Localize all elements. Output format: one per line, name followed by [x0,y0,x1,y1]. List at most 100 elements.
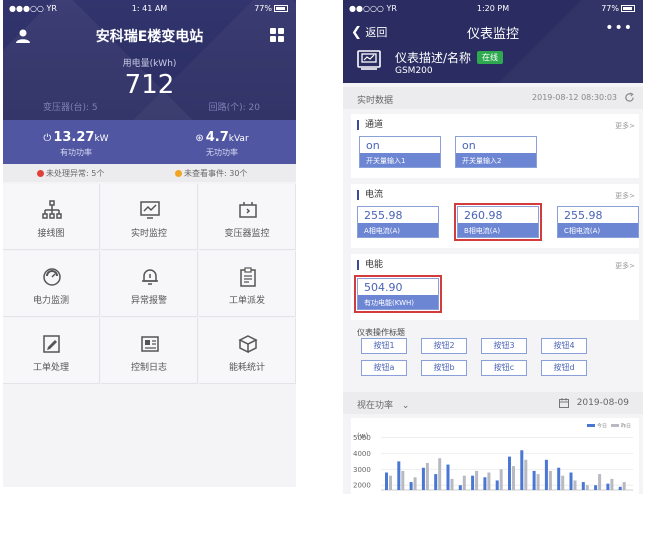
bar-today [434,474,438,490]
power-summary: ⏻ 13.27kW 有功功率 ⊛ 4.7kVar 无功功率 [3,120,296,164]
grid-item-wiring[interactable]: 接线图 [3,184,100,250]
usage-label: 用电量(kWh) [122,59,177,69]
legend-label: 昨日 [621,423,631,430]
bar-yesterday [524,459,528,490]
bar-yesterday [438,458,442,490]
meter-device-icon [357,50,381,70]
warning-dot-icon [175,170,182,177]
bar-yesterday [585,485,589,490]
grid-item-dispatch[interactable]: 工单派发 [199,251,296,317]
action-button-b[interactable]: 按钮b [421,360,467,376]
chevron-down-icon: ⌄ [401,401,410,411]
status-bar: ●●○○○ YR 1:20 PM 77% [343,0,643,18]
clipboard-icon [240,267,256,287]
transformer-icon [239,202,257,218]
bell-icon [142,269,158,285]
unviewed-event[interactable]: 未查看事件: 30个 [175,168,247,179]
bar-today [385,472,388,490]
grid-item-realtime[interactable]: 实时监控 [101,184,198,250]
legend-swatch [587,424,595,427]
current-more-link[interactable]: 更多> [615,191,635,201]
wiring-diagram-icon [42,200,62,219]
gauge-icon [43,268,61,286]
bar-yesterday [548,470,552,490]
cube-icon [238,335,258,354]
metric-dropdown[interactable]: 视在功率 ⌄ [357,398,409,411]
bar-yesterday [389,475,392,490]
bar-yesterday [573,480,577,490]
chart-date[interactable]: 2019-08-09 [577,398,629,408]
realtime-bar: 实时数据 2019-08-12 08:30:03 [343,87,643,109]
bar-today [397,461,401,490]
bar-yesterday [610,478,614,490]
bar-today [557,467,561,490]
online-badge: 在线 [477,51,504,64]
bar-yesterday [425,462,429,490]
transformer-count: 变压器(台): 5 [43,103,98,113]
refresh-icon[interactable] [624,92,635,103]
reactive-power: ⊛ 4.7kVar 无功功率 [195,130,249,157]
current-section: 电流 更多> 255.98 A相电流(A) 260.98 B相电流(A) 255… [351,184,639,248]
channel-section: 通道 更多> on 开关量输入1 on 开关量输入2 [351,114,639,178]
buttons-title: 仪表操作标题 [357,328,405,337]
battery-status: 77% [254,4,288,13]
reactive-icon: ⊛ [195,133,204,144]
action-button-a[interactable]: 按钮a [361,360,407,376]
action-button-4[interactable]: 按钮4 [541,338,587,354]
bar-today [581,482,585,490]
legend-swatch [611,424,619,427]
clock: 1:20 PM [476,4,510,13]
grid-item-energy-stats[interactable]: 能耗统计 [199,318,296,384]
grid-menu-icon[interactable] [270,28,284,42]
bar-today [483,477,487,490]
y-tick-label: 5000 [353,434,371,442]
meter-header: ●●○○○ YR 1:20 PM 77% ❮ 返回 仪表监控 ••• 仪表描述/… [343,0,643,83]
action-button-3[interactable]: 按钮3 [481,338,527,354]
battery-status: 77% [601,4,635,13]
unhandled-alert[interactable]: 未处理异常: 5个 [37,168,104,179]
bar-today [508,456,511,490]
energy-more-link[interactable]: 更多> [615,261,635,271]
grid-item-work-order[interactable]: 工单处理 [3,318,100,384]
active-energy: 504.90 有功电能(KWH) [354,275,442,313]
channel-input-1: on 开关量输入1 [359,136,441,168]
grid-item-alarm[interactable]: 异常报警 [101,251,198,317]
energy-section: 电能 更多> 504.90 有功电能(KWH) [351,254,639,320]
action-button-2[interactable]: 按钮2 [421,338,467,354]
legend-label: 今日 [597,423,607,430]
monitor-chart-icon [140,201,160,219]
bar-yesterday [475,470,479,490]
bar-yesterday [487,472,491,490]
action-button-c[interactable]: 按钮c [481,360,527,376]
device-model: GSM200 [395,66,433,76]
y-tick-label: 3000 [353,466,371,474]
grid-item-power-monitor[interactable]: 电力监测 [3,251,100,317]
action-button-1[interactable]: 按钮1 [361,338,407,354]
meter-monitor-screen: ●●○○○ YR 1:20 PM 77% ❮ 返回 仪表监控 ••• 仪表描述/… [343,0,643,494]
alert-bar: 未处理异常: 5个 未查看事件: 30个 [3,164,296,182]
grid-item-transformer[interactable]: 变压器监控 [199,184,296,250]
bar-today [421,467,425,490]
bar-today [471,475,475,490]
bar-yesterday [462,475,466,490]
bar-today [606,483,610,490]
bar-yesterday [450,478,454,490]
status-bar: ●●●○○ YR 1: 41 AM 77% [3,0,296,18]
error-dot-icon [37,170,44,177]
realtime-timestamp: 2019-08-12 08:30:03 [532,93,617,102]
channel-input-2: on 开关量输入2 [455,136,537,168]
calendar-icon[interactable] [559,398,569,408]
bar-yesterday [561,475,565,490]
bar-today [458,485,462,490]
bar-today [409,482,413,490]
action-button-d[interactable]: 按钮d [541,360,587,376]
battery-icon [621,5,635,12]
bar-today [618,486,622,490]
bar-today [520,450,524,490]
device-description: 仪表描述/名称 在线 [395,49,504,66]
more-options-icon[interactable]: ••• [605,20,633,36]
channel-more-link[interactable]: 更多> [615,121,635,131]
home-screen: ●●●○○ YR 1: 41 AM 77% 安科瑞E楼变电站 用电量(kWh) … [3,0,296,487]
grid-item-control-log[interactable]: 控制日志 [101,318,198,384]
bar-yesterday [512,466,515,490]
